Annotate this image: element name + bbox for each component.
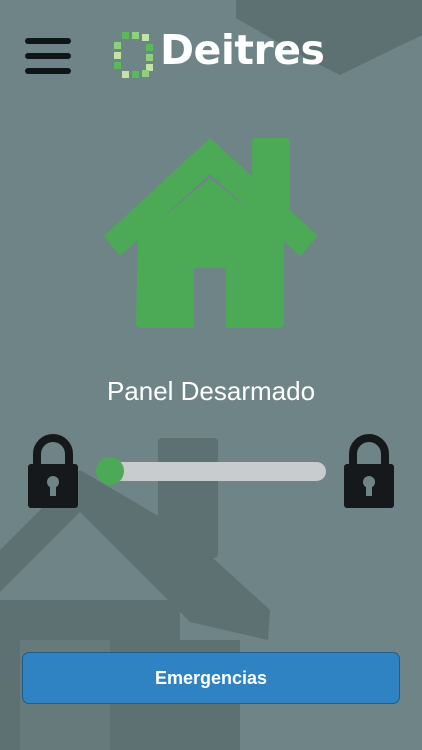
menu-bar [25,53,71,59]
emergency-button[interactable]: Emergencias [22,652,400,704]
menu-bar [25,68,71,74]
deitres-logo-icon [114,32,153,78]
house-icon [104,138,318,328]
hamburger-menu-icon [25,38,71,44]
panel-status-label: Panel Desarmado [106,376,316,406]
lock-icon [344,434,394,508]
arm-slider-track[interactable] [96,457,326,485]
arm-slider-thumb[interactable] [96,457,124,485]
background-house-pattern [0,0,422,750]
brand-name: Deitres [160,26,325,74]
lock-icon [28,434,78,508]
menu-button[interactable] [25,38,71,76]
